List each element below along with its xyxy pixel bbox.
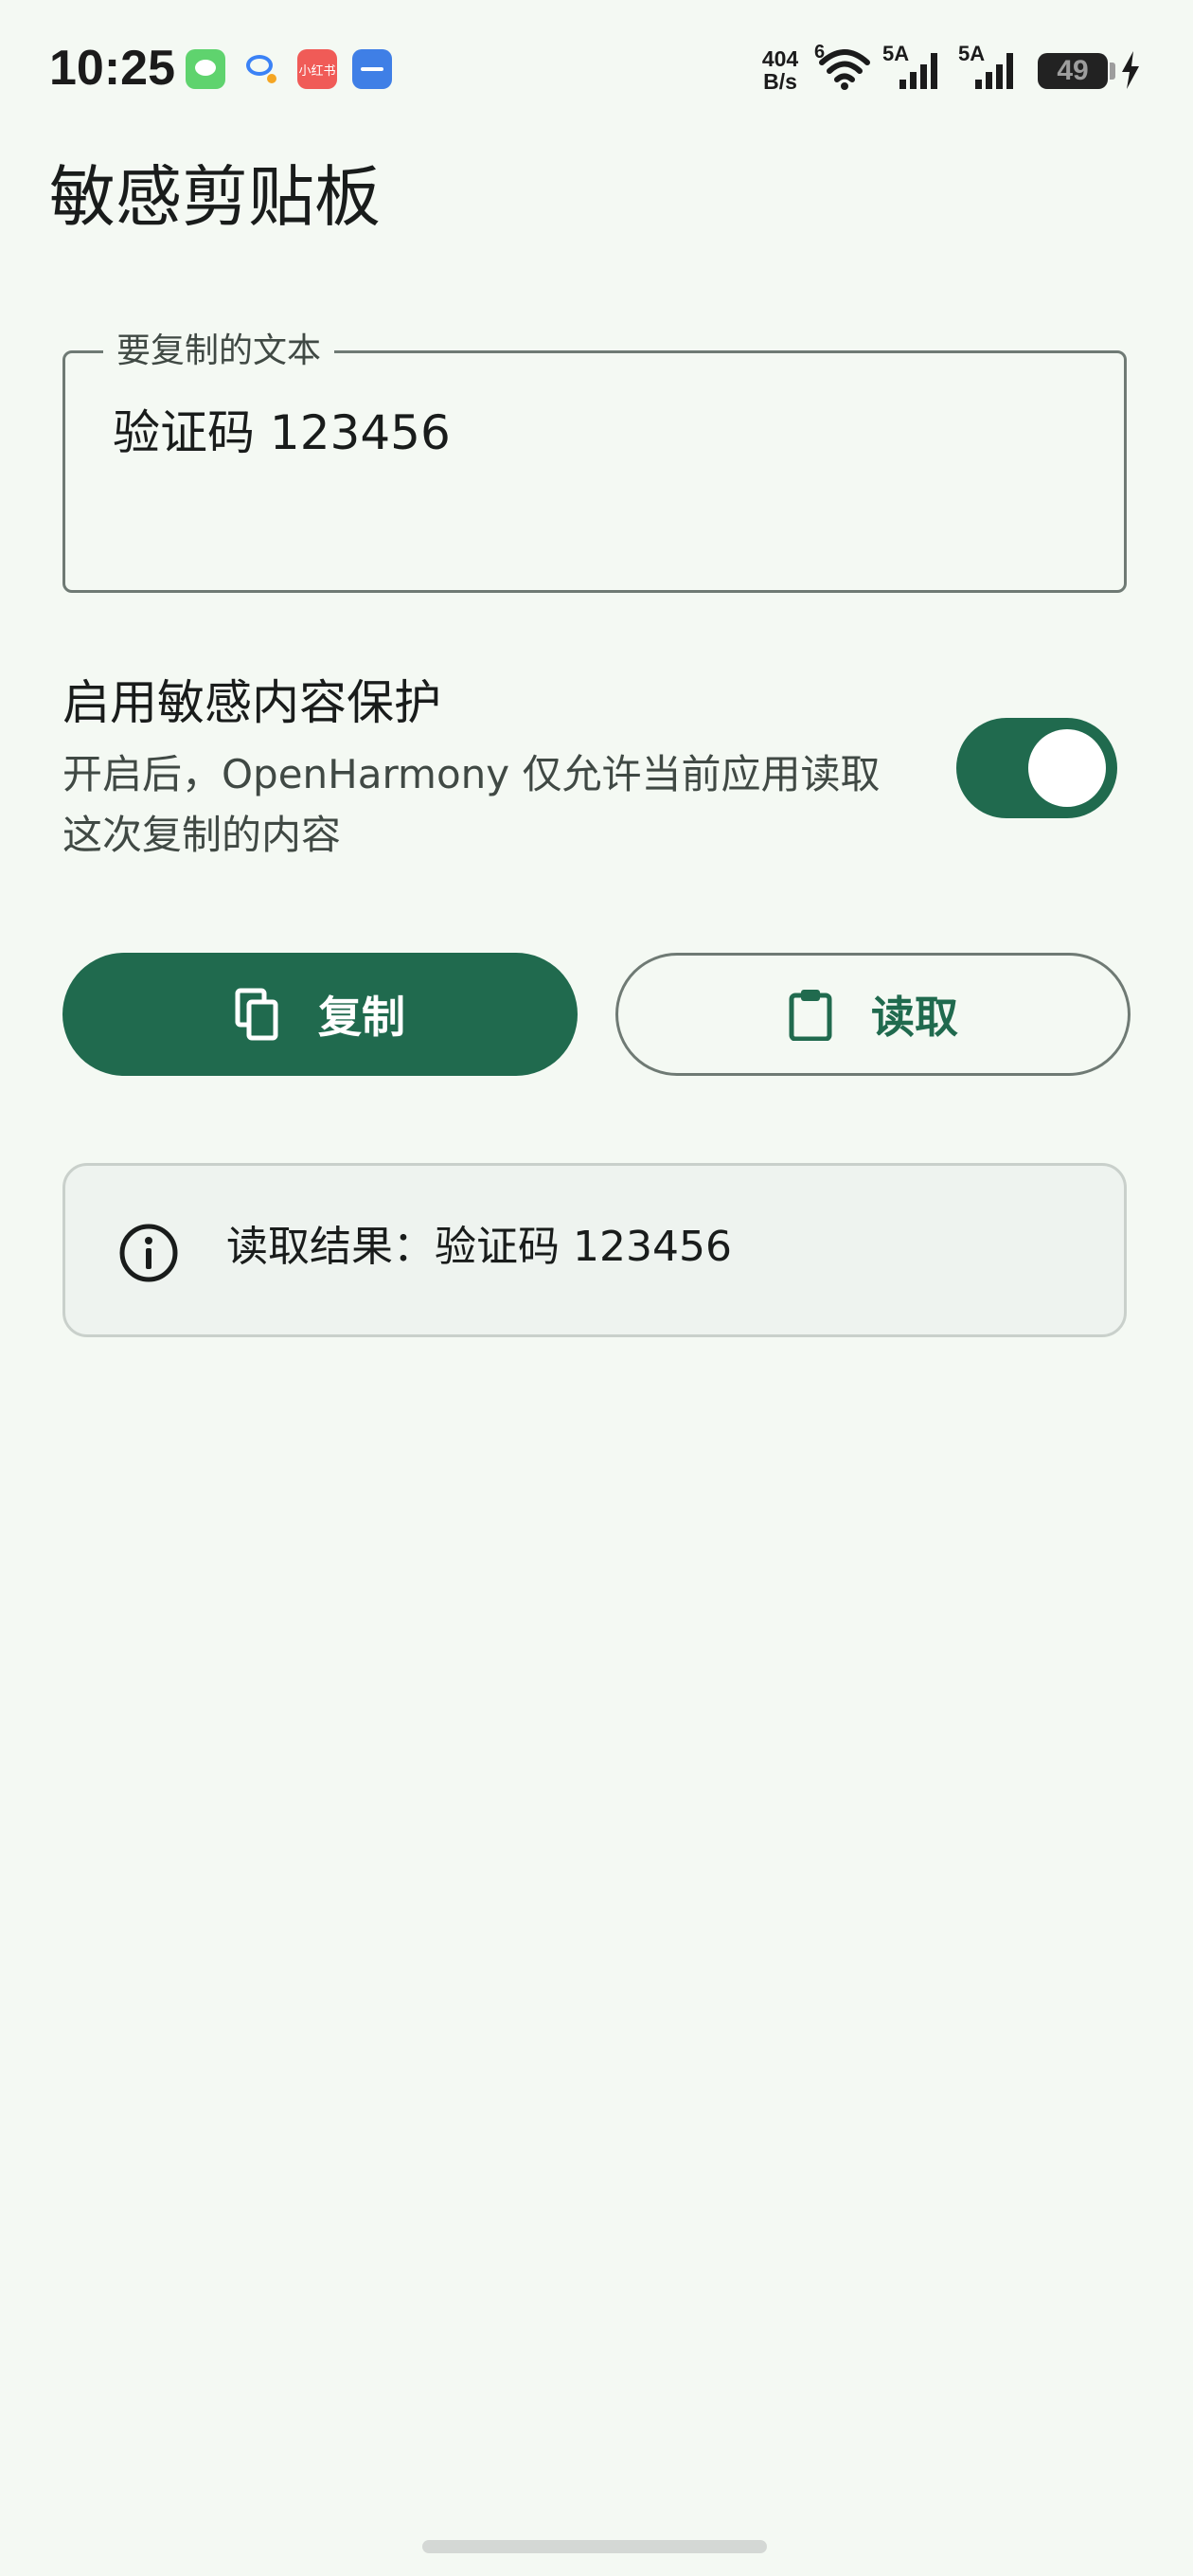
- protection-switch[interactable]: [956, 718, 1117, 818]
- home-indicator[interactable]: [422, 2540, 767, 2553]
- cellular-signal-1-icon: 5A: [882, 42, 949, 91]
- copy-text-field[interactable]: 要复制的文本 验证码 123456: [62, 329, 1127, 593]
- cellular-signal-2-icon: 5A: [958, 42, 1024, 91]
- status-time: 10:25: [49, 41, 175, 96]
- result-text: 读取结果：验证码 123456: [226, 1223, 732, 1271]
- network-speed-unit: B/s: [763, 69, 797, 94]
- copy-text-input[interactable]: 验证码 123456: [113, 402, 1059, 463]
- redbook-icon-label: 小红书: [298, 64, 336, 79]
- copy-button-label: 复制: [318, 992, 405, 1043]
- clipboard-icon: [788, 988, 833, 1042]
- charging-icon: [1119, 49, 1142, 91]
- cellular-signal-1-label: 5A: [882, 42, 910, 65]
- info-icon: [118, 1223, 179, 1283]
- read-button[interactable]: 读取: [615, 953, 1131, 1076]
- wifi-icon: 6: [814, 42, 871, 91]
- battery-cap: [1110, 63, 1115, 80]
- network-speed: 404 B/s: [756, 38, 805, 108]
- wechat-notification-icon: [186, 49, 225, 89]
- protection-switch-knob: [1028, 729, 1106, 807]
- usb-notification-icon: [352, 49, 392, 89]
- battery-icon: 49: [1038, 53, 1108, 89]
- chat-notification-icon: [242, 49, 282, 89]
- page-title: 敏感剪贴板: [49, 158, 381, 236]
- cellular-signal-2-label: 5A: [958, 42, 986, 65]
- copy-icon: [235, 988, 280, 1041]
- network-speed-value: 404: [761, 46, 799, 71]
- protection-toggle-description: 开启后，OpenHarmony 仅允许当前应用读取这次复制的内容: [62, 751, 881, 858]
- protection-toggle-title: 启用敏感内容保护: [62, 675, 441, 730]
- result-card: 读取结果：验证码 123456: [62, 1163, 1127, 1337]
- copy-text-field-label: 要复制的文本: [103, 329, 335, 374]
- wifi-badge: 6: [814, 42, 826, 63]
- read-button-label: 读取: [871, 992, 958, 1043]
- redbook-notification-icon: 小红书: [297, 49, 337, 89]
- copy-button[interactable]: 复制: [62, 953, 578, 1076]
- battery-level: 49: [1057, 55, 1089, 86]
- status-bar: 10:25 小红书 404 B/s 6 5A 5A 49: [0, 0, 1193, 140]
